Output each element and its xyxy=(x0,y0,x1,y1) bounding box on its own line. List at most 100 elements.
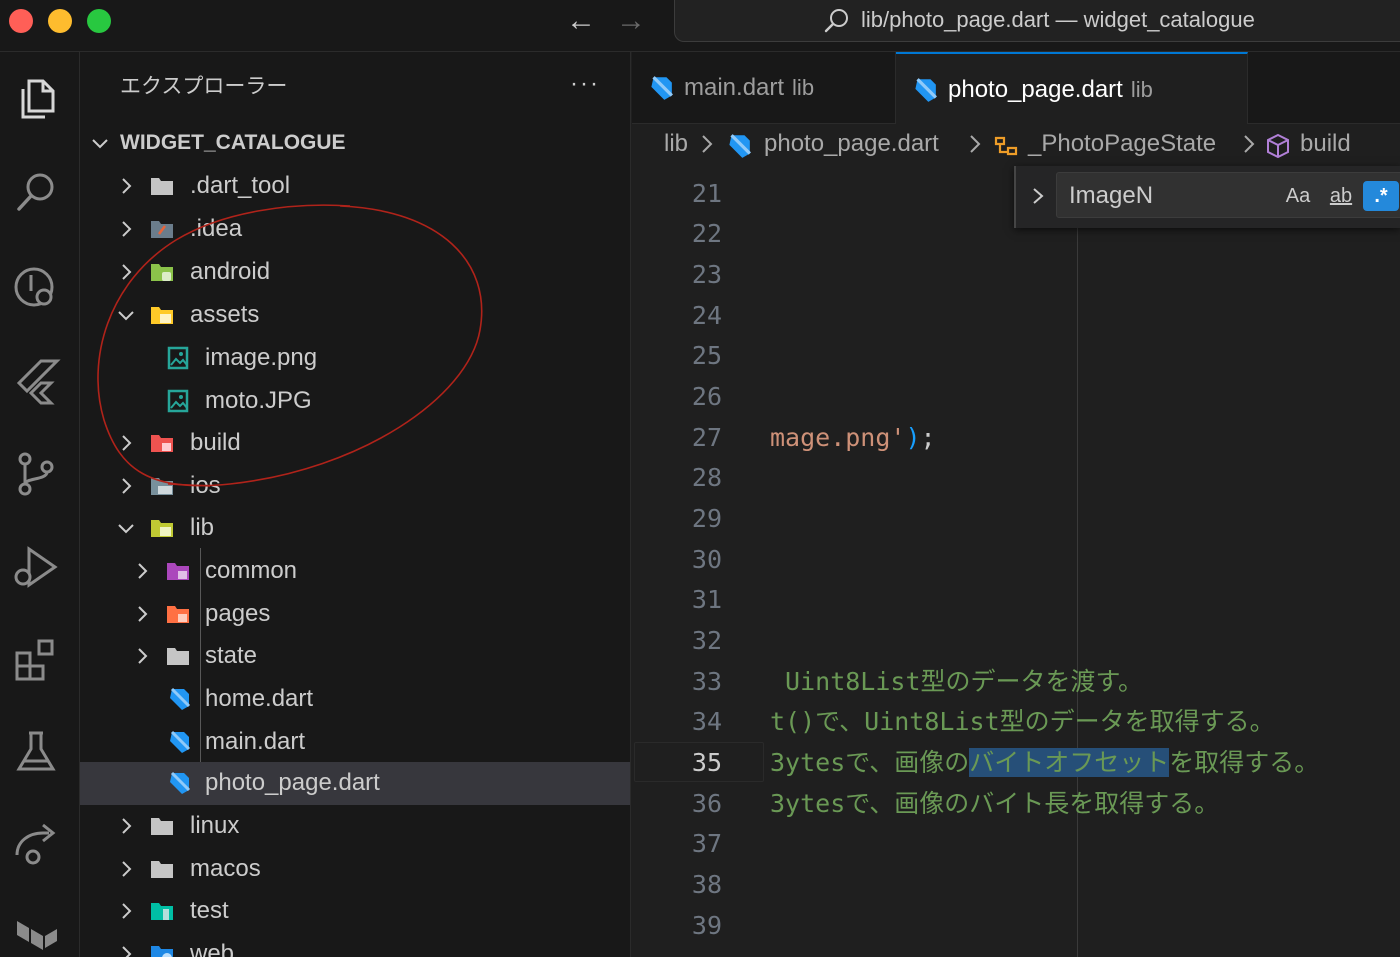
line-number: 21 xyxy=(691,179,722,208)
string-literal: mage.png' xyxy=(770,423,906,452)
line-number: 25 xyxy=(691,341,722,370)
chevron-down-icon xyxy=(88,131,112,155)
breadcrumb-file[interactable]: photo_page.dart xyxy=(764,129,939,159)
tree-root-label: WIDGET_CATALOGUE xyxy=(120,131,346,155)
chevron-down-icon xyxy=(114,303,138,327)
match-whole-word-button[interactable]: ab xyxy=(1323,181,1359,211)
terraform-icon[interactable] xyxy=(8,904,64,957)
tree-item-label: lib xyxy=(190,514,215,542)
code-line-33: Uint8List型のデータを渡す。 xyxy=(770,667,1144,696)
search-icon[interactable] xyxy=(8,164,64,220)
line-number: 30 xyxy=(691,545,722,574)
tab-photo-page-dart[interactable]: photo_page.dart lib xyxy=(896,52,1248,125)
toggle-replace-chevron-icon[interactable] xyxy=(1026,182,1050,210)
tree-item-home-dart[interactable]: home.dart xyxy=(80,678,630,721)
tree-item-macos[interactable]: macos xyxy=(80,848,630,891)
semicolon: ; xyxy=(920,423,936,452)
line-number: 31 xyxy=(691,585,722,614)
tab-label: main.dart xyxy=(684,74,785,101)
tree-item-pages[interactable]: pages xyxy=(80,593,630,636)
tree-item-image-png[interactable]: image.png xyxy=(80,337,630,380)
pages-folder-icon xyxy=(164,600,192,628)
tree-item-photo-page-dart[interactable]: photo_page.dart xyxy=(80,762,630,805)
line-number: 34 xyxy=(691,707,722,736)
breadcrumb-method[interactable]: build xyxy=(1300,129,1351,159)
tree-item-idea[interactable]: .idea xyxy=(80,208,630,251)
folder-icon xyxy=(164,642,192,670)
tree-item-common[interactable]: common xyxy=(80,550,630,593)
close-window-button[interactable] xyxy=(9,9,33,33)
match-case-button[interactable]: Aa xyxy=(1283,181,1313,211)
test-folder-icon xyxy=(148,897,176,925)
chevron-right-icon xyxy=(114,431,138,455)
tree-item-main-dart[interactable]: main.dart xyxy=(80,721,630,764)
tree-item-linux[interactable]: linux xyxy=(80,805,630,848)
breadcrumb: lib photo_page.dart _PhotoPageState buil… xyxy=(632,124,1400,166)
line-number-current: 35 xyxy=(691,748,722,777)
use-regex-button[interactable]: .* xyxy=(1363,181,1399,211)
explorer-icon[interactable] xyxy=(8,72,64,128)
tree-item-lib[interactable]: lib xyxy=(80,507,630,550)
source-control-icon[interactable] xyxy=(8,446,64,502)
dart-file-icon xyxy=(164,769,192,797)
tree-item-label: android xyxy=(190,258,271,286)
tree-item-state[interactable]: state xyxy=(80,635,630,678)
tree-root-widget-catalogue[interactable]: WIDGET_CATALOGUE xyxy=(80,122,630,165)
tree-item-moto-jpg[interactable]: moto.JPG xyxy=(80,380,630,423)
tree-item-test[interactable]: test xyxy=(80,890,630,933)
tree-item-dart-tool[interactable]: .dart_tool xyxy=(80,165,630,208)
minimize-window-button[interactable] xyxy=(48,9,72,33)
tree-item-ios[interactable]: ios xyxy=(80,465,630,508)
back-arrow-icon[interactable]: ← xyxy=(566,4,596,38)
chevron-right-icon xyxy=(114,174,138,198)
line-number: 27 xyxy=(691,423,722,452)
more-actions-icon[interactable]: ··· xyxy=(570,70,600,98)
chevron-right-icon xyxy=(130,602,154,626)
tree-item-android[interactable]: android xyxy=(80,251,630,294)
maximize-window-button[interactable] xyxy=(87,9,111,33)
tree-item-label: linux xyxy=(190,812,240,840)
forward-arrow-icon[interactable]: → xyxy=(616,4,646,38)
breadcrumb-class[interactable]: _PhotoPageState xyxy=(1028,129,1216,159)
command-center[interactable]: lib/photo_page.dart — widget_catalogue xyxy=(674,0,1400,42)
chevron-right-icon xyxy=(114,899,138,923)
tree-item-label: test xyxy=(190,897,229,925)
remote-explorer-icon[interactable] xyxy=(8,816,64,872)
tree-item-build[interactable]: build xyxy=(80,422,630,465)
chevron-down-icon xyxy=(114,516,138,540)
tree-item-label: common xyxy=(205,557,298,585)
dart-file-icon xyxy=(164,685,192,713)
git-graph-icon[interactable] xyxy=(8,258,64,314)
line-number: 22 xyxy=(691,219,722,248)
line-number: 29 xyxy=(691,504,722,533)
chevron-right-icon xyxy=(970,135,981,153)
code-line-36: 3ytesで、画像のバイト長を取得する。 xyxy=(770,789,1220,818)
code-editor[interactable]: 21 22 23 24 25 26 27 28 29 30 31 32 33 3… xyxy=(632,166,1400,957)
tree-item-label: main.dart xyxy=(205,728,306,756)
search-icon xyxy=(824,9,848,33)
tree-item-label: pages xyxy=(205,600,271,628)
run-debug-icon[interactable] xyxy=(8,540,64,596)
tab-label: photo_page.dart xyxy=(948,76,1123,103)
extensions-icon[interactable] xyxy=(8,632,64,688)
tree-item-assets[interactable]: assets xyxy=(80,294,630,337)
tree-item-label: assets xyxy=(190,301,260,329)
line-number: 26 xyxy=(691,382,722,411)
activity-bar xyxy=(0,52,80,957)
tree-item-label: photo_page.dart xyxy=(205,769,380,797)
breadcrumb-lib[interactable]: lib xyxy=(664,129,688,159)
tab-description: lib xyxy=(1130,77,1153,102)
find-input-box: Aa ab .* xyxy=(1056,172,1400,218)
image-file-icon xyxy=(164,387,192,415)
lib-folder-open-icon xyxy=(148,514,176,542)
tree-item-label: image.png xyxy=(205,344,318,372)
line-number: 24 xyxy=(691,301,722,330)
find-input[interactable] xyxy=(1069,180,1269,212)
testing-icon[interactable] xyxy=(8,724,64,780)
comment-text: 3ytesで、画像の xyxy=(770,748,970,777)
dart-file-icon xyxy=(915,78,937,102)
flutter-icon[interactable] xyxy=(8,352,64,408)
tree-item-web[interactable]: web xyxy=(80,933,630,957)
chevron-right-icon xyxy=(130,559,154,583)
tab-main-dart[interactable]: main.dart lib xyxy=(632,52,896,124)
